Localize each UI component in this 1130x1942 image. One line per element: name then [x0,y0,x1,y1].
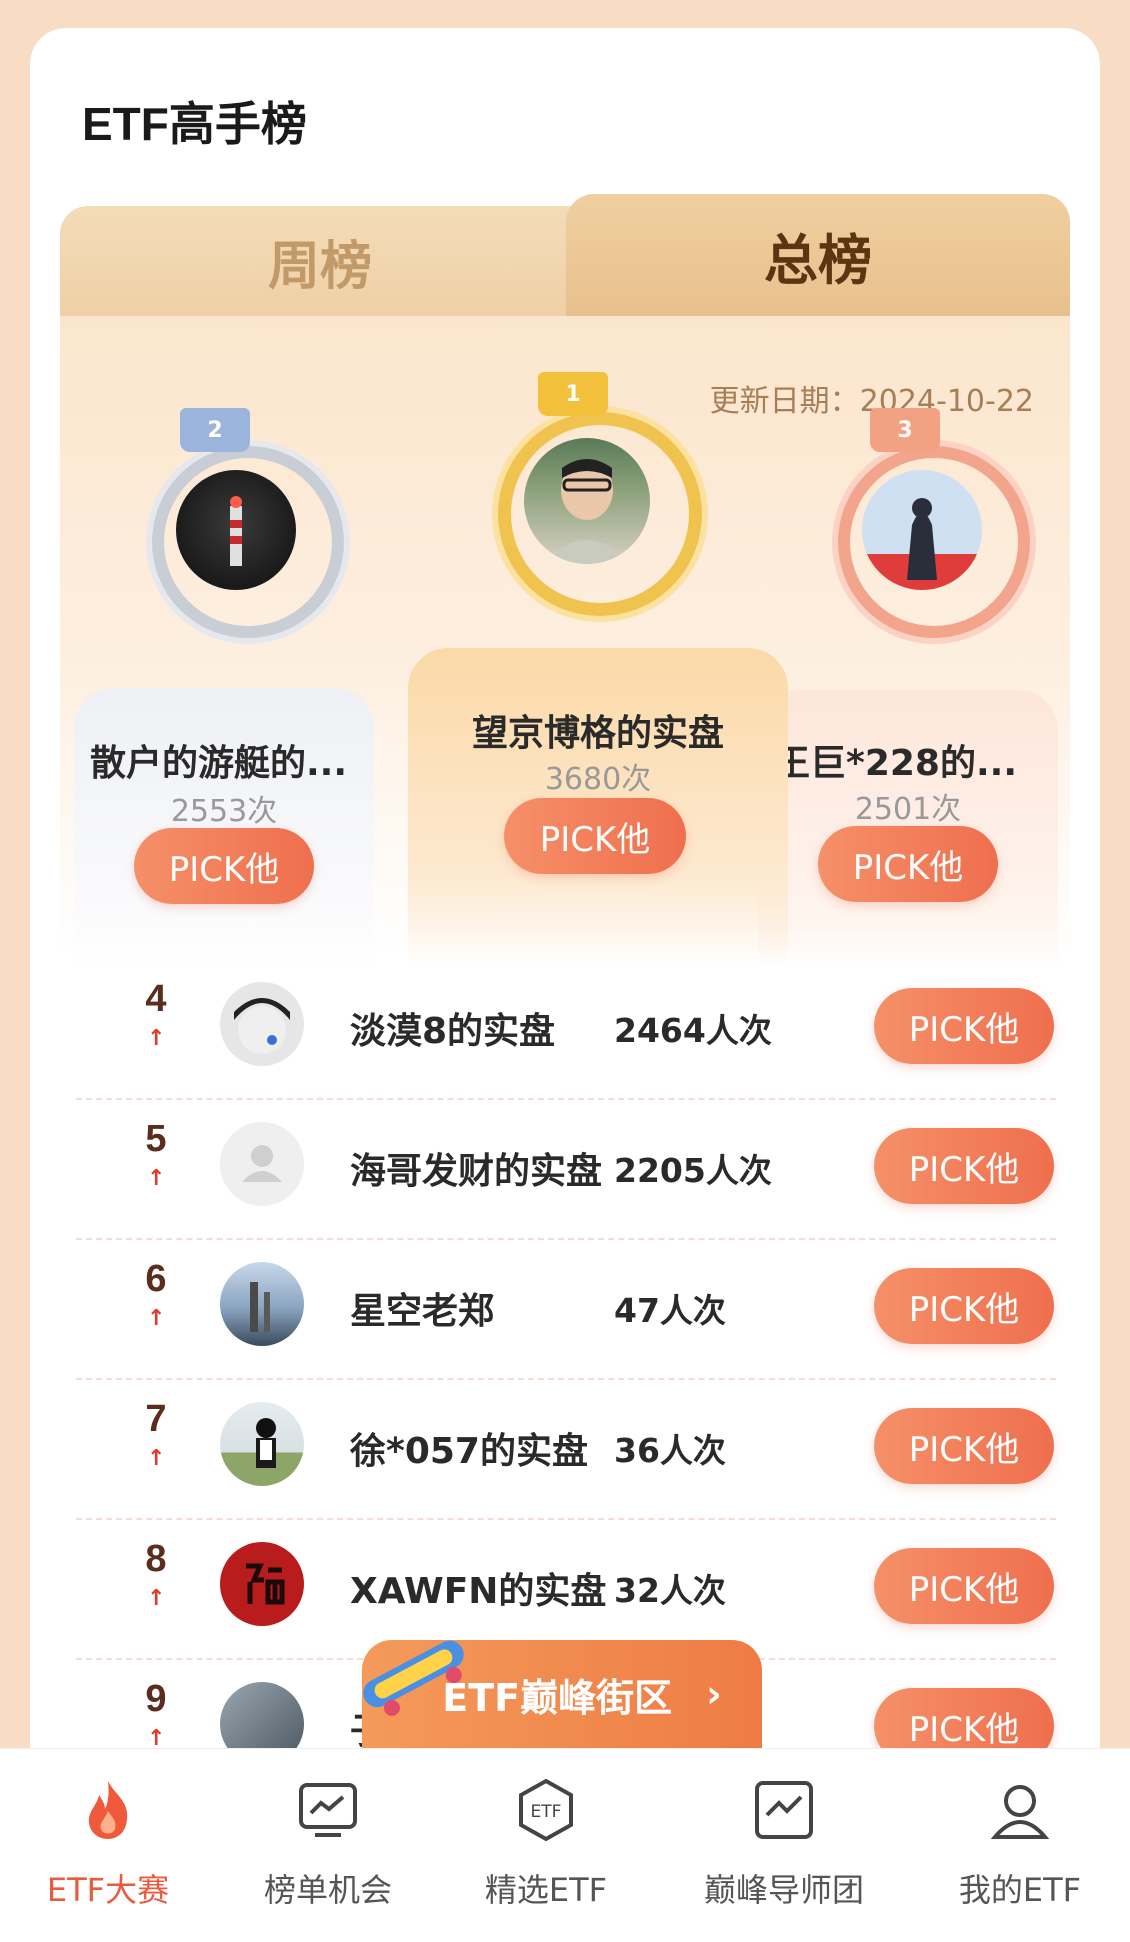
skateboard-icon [363,1640,464,1716]
bottom-nav: ETF大赛 榜单机会 ETF 精选ETF 巅峰导师团 我的ETF [0,1748,1130,1942]
pick-count: 32人次 [614,1571,726,1610]
rank-number: 9 [145,1678,167,1720]
list-row: 7 ↑ 徐*057的实盘 36人次 PICK他 [76,1378,1056,1520]
user-name: 淡漠8的实盘 [350,1011,556,1052]
rank-number: 4 [145,978,167,1020]
user-name: 星空老郑 [350,1291,495,1332]
list-row: 8 ↑ XAWFN的实盘 32人次 PICK他 [76,1518,1056,1660]
pick-button[interactable]: PICK他 [874,1688,1054,1748]
leaderboard-card: ETF高手榜 周榜 总榜 更新日期：2024-10-22 2 散户的游艇的...… [30,28,1100,1748]
crown-badge-3: 3 [870,408,940,452]
etf-hexagon-icon: ETF [519,1778,573,1842]
fu-character-image [222,1544,302,1624]
pick-button[interactable]: PICK他 [874,1408,1054,1484]
svg-text:ETF: ETF [531,1802,562,1822]
avatar[interactable] [220,982,304,1066]
pick-count: 2464人次 [614,1011,772,1050]
avatar[interactable] [220,1542,304,1626]
statue-image [250,1282,270,1332]
rank-up-icon: ↑ [147,1306,166,1331]
pick-count: 47人次 [614,1291,726,1330]
pick-button-3[interactable]: PICK他 [818,826,998,902]
podium-count-2: 2553次 [170,794,278,829]
lighthouse-image [230,496,242,566]
trend-frame-icon [755,1781,813,1839]
crown-badge-2: 2 [180,408,250,452]
list-row: 6 ↑ 星空老郑 47人次 PICK他 [76,1238,1056,1380]
user-name: 海哥发财的实盘 [350,1151,603,1192]
list-row: 5 ↑ 海哥发财的实盘 2205人次 PICK他 [76,1098,1056,1240]
avatar-3[interactable] [862,470,982,590]
chevron-right-icon: › [706,1672,722,1716]
pick-button[interactable]: PICK他 [874,988,1054,1064]
nav-ranking-opportunity[interactable]: 榜单机会 [228,1777,428,1911]
podium-name-2: 散户的游艇的... [90,743,348,784]
nav-my-etf[interactable]: 我的ETF [920,1777,1120,1911]
pick-button-2[interactable]: PICK他 [134,828,314,904]
pick-count: 2205人次 [614,1151,772,1190]
tab-total[interactable]: 总榜 [566,194,1070,316]
rank-number: 7 [145,1398,167,1440]
user-name: XAWFN的实盘 [350,1571,607,1612]
nav-label: 精选ETF [484,1871,608,1909]
chart-monitor-icon [299,1783,357,1837]
rank-up-icon: ↑ [147,1726,166,1748]
rank-number: 5 [145,1118,167,1160]
person-photo [544,459,630,564]
page-title: ETF高手榜 [82,98,307,150]
nav-label: ETF大赛 [46,1871,170,1909]
pick-button[interactable]: PICK他 [874,1548,1054,1624]
nav-label: 我的ETF [958,1871,1082,1909]
rank-number: 8 [145,1538,167,1580]
rank-up-icon: ↑ [147,1026,166,1051]
rank-number: 6 [145,1258,167,1300]
pick-button-1[interactable]: PICK他 [504,798,686,874]
cartoon-avatar-image [234,998,290,1054]
user-icon [990,1785,1050,1839]
nav-peak-mentors[interactable]: 巅峰导师团 [684,1777,884,1911]
avatar[interactable] [220,1402,304,1486]
default-user-icon [242,1145,282,1182]
rank-up-icon: ↑ [147,1166,166,1191]
avatar[interactable] [220,1122,304,1206]
statue-image [907,498,937,580]
podium-count-3: 2501次 [854,792,962,827]
podium-name-1: 望京博格的实盘 [471,713,724,754]
flame-icon [88,1781,128,1839]
pick-count: 36人次 [614,1431,726,1470]
list-row: 4 ↑ 淡漠8的实盘 2464人次 PICK他 [76,958,1056,1100]
podium-count-1: 3680次 [544,762,652,797]
rank-up-icon: ↑ [147,1586,166,1611]
tab-weekly[interactable]: 周榜 [60,206,580,316]
avatar[interactable] [220,1262,304,1346]
pick-button[interactable]: PICK他 [874,1128,1054,1204]
nav-etf-contest[interactable]: ETF大赛 [8,1777,208,1911]
podium-name-3: 王巨*228的... [774,743,1018,784]
user-name: 徐*057的实盘 [350,1431,588,1472]
avatar-2[interactable] [176,470,296,590]
rider-image [256,1418,276,1468]
nav-label: 榜单机会 [263,1871,392,1909]
rank-up-icon: ↑ [147,1446,166,1471]
nav-featured-etf[interactable]: ETF 精选ETF [446,1777,646,1911]
podium-area: 更新日期：2024-10-22 2 散户的游艇的... 2553次 PICK他 … [60,316,1070,970]
avatar-1[interactable] [524,438,650,564]
avatar[interactable] [220,1682,304,1748]
nav-label: 巅峰导师团 [703,1871,864,1909]
crown-badge-1: 1 [538,372,608,416]
pick-button[interactable]: PICK他 [874,1268,1054,1344]
